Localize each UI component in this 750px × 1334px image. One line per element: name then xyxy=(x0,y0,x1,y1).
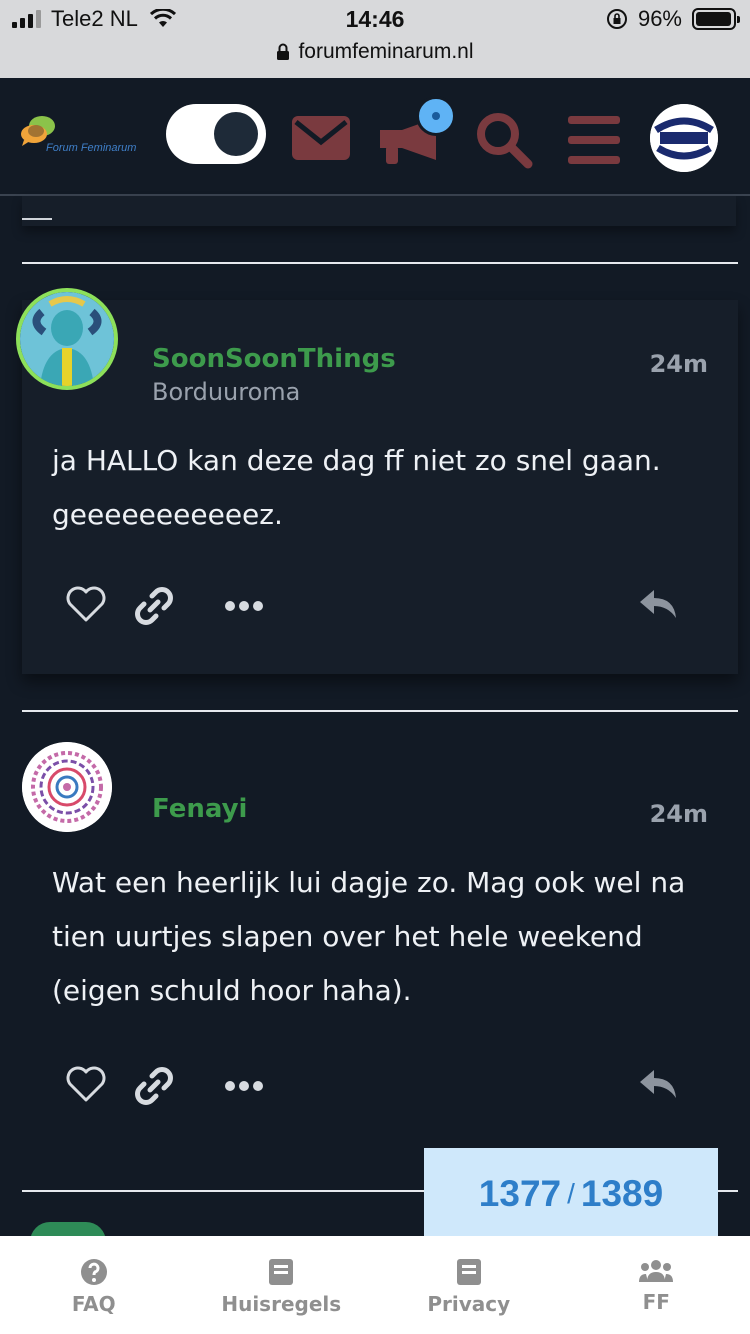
more-options-icon[interactable] xyxy=(224,598,264,614)
address-bar[interactable]: forumfeminarum.nl xyxy=(0,40,750,64)
site-logo[interactable]: Forum Feminarum xyxy=(18,114,158,164)
progress-separator: / xyxy=(567,1178,575,1209)
users-icon xyxy=(639,1260,674,1282)
theme-toggle[interactable] xyxy=(166,104,266,164)
notification-dot xyxy=(416,96,456,136)
reply-icon[interactable] xyxy=(638,586,678,622)
logo-text: Forum Feminarum xyxy=(46,142,137,154)
lock-icon xyxy=(277,43,290,60)
like-heart-icon[interactable] xyxy=(66,586,106,622)
more-options-icon[interactable] xyxy=(224,1078,264,1094)
footer-nav: FAQ Huisregels Privacy FF xyxy=(0,1236,750,1334)
battery-icon xyxy=(692,8,740,30)
post-actions xyxy=(66,586,678,630)
site-header: Forum Feminarum xyxy=(0,78,750,196)
post-card: Fenayi 24m Wat een heerlijk lui dagje zo… xyxy=(22,740,738,1160)
footer-label: FF xyxy=(642,1290,670,1314)
post-body: ja HALLO kan deze dag ff niet zo snel ga… xyxy=(52,444,661,531)
footer-item-privacy[interactable]: Privacy xyxy=(375,1236,563,1334)
footer-item-ff[interactable]: FF xyxy=(563,1236,750,1334)
link-icon[interactable] xyxy=(134,586,174,626)
post-username[interactable]: SoonSoonThings xyxy=(152,344,396,374)
link-icon[interactable] xyxy=(134,1066,174,1106)
book-icon xyxy=(269,1259,294,1285)
orientation-lock-icon xyxy=(606,9,627,29)
avatar-image xyxy=(22,742,112,832)
post-time[interactable]: 24m xyxy=(650,350,708,378)
battery-percent: 96% xyxy=(637,6,682,31)
topic-progress[interactable]: 1377 / 1389 xyxy=(424,1148,718,1240)
like-heart-icon[interactable] xyxy=(66,1066,106,1102)
status-right: 96% xyxy=(606,6,740,32)
footer-label: Privacy xyxy=(427,1292,511,1316)
user-avatar[interactable] xyxy=(650,104,718,172)
book-icon xyxy=(456,1259,481,1285)
post-divider xyxy=(22,262,738,264)
footer-label: FAQ xyxy=(71,1292,116,1316)
post-avatar[interactable] xyxy=(16,288,118,390)
question-circle-icon xyxy=(80,1259,107,1285)
post-time[interactable]: 24m xyxy=(650,800,708,828)
progress-current: 1377 xyxy=(478,1173,562,1214)
toggle-knob xyxy=(214,112,258,156)
url-text: forumfeminarum.nl xyxy=(298,40,474,63)
progress-total: 1389 xyxy=(580,1173,664,1214)
post-card: SoonSoonThings Borduuroma 24m ja HALLO k… xyxy=(16,288,738,674)
ios-status-bar: Tele2 NL 14:46 96% forumfeminarum.nl xyxy=(0,0,750,78)
post-actions xyxy=(66,1066,678,1110)
footer-item-faq[interactable]: FAQ xyxy=(0,1236,188,1334)
post-body: Wat een heerlijk lui dagje zo. Mag ook w… xyxy=(52,866,686,1007)
footer-item-huisregels[interactable]: Huisregels xyxy=(188,1236,376,1334)
footer-label: Huisregels xyxy=(221,1292,342,1316)
post-user-title: Borduuroma xyxy=(152,378,301,406)
messages-icon[interactable] xyxy=(292,116,350,160)
reply-icon[interactable] xyxy=(638,1066,678,1102)
hamburger-menu-icon[interactable] xyxy=(568,116,620,164)
avatar-image xyxy=(20,292,114,386)
post-username[interactable]: Fenayi xyxy=(152,794,247,824)
post-divider xyxy=(22,710,738,712)
previous-post-card xyxy=(22,196,736,226)
post-avatar[interactable] xyxy=(22,742,112,832)
search-icon[interactable] xyxy=(474,110,534,170)
avatar-image xyxy=(650,104,718,172)
